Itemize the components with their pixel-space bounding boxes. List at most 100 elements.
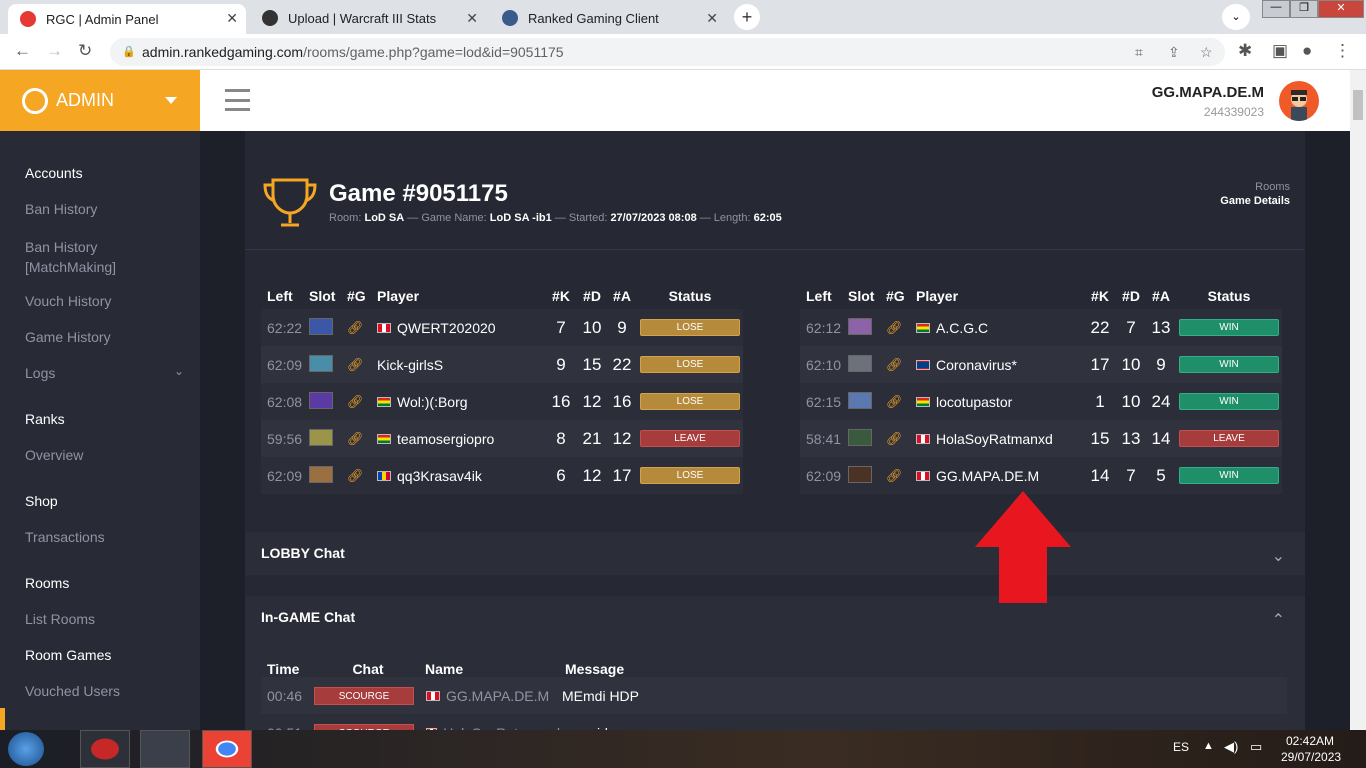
length-value: 62:05 <box>753 212 782 224</box>
translate-icon[interactable]: ⌗ <box>1135 38 1143 66</box>
ingame-chat-title[interactable]: In-GAME Chat <box>261 609 355 625</box>
chat-name[interactable]: GG.MAPA.DE.M <box>414 688 560 704</box>
tab-search-button[interactable]: ⌄ <box>1222 4 1250 30</box>
star-icon[interactable]: ☆ <box>1200 38 1213 66</box>
link-icon[interactable]: 🔗︎ <box>886 357 916 373</box>
link-icon[interactable]: 🔗︎ <box>886 394 916 410</box>
link-icon[interactable]: 🔗︎ <box>347 431 377 447</box>
new-tab-button[interactable]: + <box>734 4 760 30</box>
slot-color-swatch <box>309 428 333 446</box>
breadcrumb-rooms[interactable]: Rooms <box>1255 181 1290 193</box>
player-left-time: 59:56 <box>267 430 303 447</box>
link-icon[interactable]: 🔗︎ <box>886 320 916 336</box>
player-name: Wol:)(:Borg <box>397 393 468 410</box>
tab-admin-panel[interactable]: RGC | Admin Panel ✕ <box>8 4 246 34</box>
taskbar-rgc-app-icon[interactable] <box>80 730 130 768</box>
profile-icon[interactable]: ● <box>1302 41 1312 61</box>
player-cell[interactable]: GG.MAPA.DE.M <box>916 468 1084 484</box>
chevron-up-icon[interactable]: ⌃ <box>1272 610 1285 630</box>
link-icon[interactable]: 🔗︎ <box>347 320 377 336</box>
network-icon[interactable]: ▭ <box>1250 739 1262 755</box>
player-cell[interactable]: Wol:)(:Borg <box>377 394 545 410</box>
player-cell[interactable]: teamosergiopro <box>377 431 545 447</box>
link-icon[interactable]: 🔗︎ <box>347 394 377 410</box>
close-window-button[interactable]: ✕ <box>1318 0 1364 18</box>
table-row: 62:22 🔗︎ QWERT202020 7 10 9 LOSE <box>261 309 743 346</box>
user-name[interactable]: GG.MAPA.DE.M <box>1152 84 1264 101</box>
client-favicon-icon <box>502 10 518 26</box>
sidebar-item-vouch-history[interactable]: Vouch History <box>25 293 111 309</box>
url-field[interactable]: 🔒 admin.rankedgaming.com/rooms/game.php?… <box>110 38 1225 66</box>
close-tab-icon[interactable]: ✕ <box>466 10 478 27</box>
col-slot: Slot <box>848 288 875 304</box>
warcraft-favicon-icon <box>262 10 278 26</box>
chevron-down-icon[interactable] <box>165 97 177 104</box>
avatar[interactable] <box>1279 81 1319 121</box>
started-value: 27/07/2023 08:08 <box>610 212 697 224</box>
tab-upload-stats[interactable]: Upload | Warcraft III Stats ✕ <box>250 4 486 32</box>
menu-dots-icon[interactable]: ⋮ <box>1334 41 1351 61</box>
page-scrollbar[interactable] <box>1350 70 1366 730</box>
sidebar-item-overview[interactable]: Overview <box>25 447 83 463</box>
player-cell[interactable]: locotupastor <box>916 394 1084 410</box>
status-badge: WIN <box>1179 356 1279 373</box>
sidebar-item-transactions[interactable]: Transactions <box>25 529 105 545</box>
sidebar-item-logs[interactable]: Logs <box>25 365 55 381</box>
scrollbar-thumb[interactable] <box>1353 90 1363 120</box>
back-icon[interactable]: ← <box>14 41 31 61</box>
lobby-chat-panel[interactable]: LOBBY Chat ⌄ <box>245 532 1305 575</box>
link-icon[interactable]: 🔗︎ <box>347 357 377 373</box>
player-kills: 8 <box>556 428 566 448</box>
lock-icon: 🔒 <box>122 46 136 58</box>
ingame-chat-panel: In-GAME Chat ⌃ Time Chat Name Message 00… <box>245 596 1305 751</box>
col-d: #D <box>583 288 601 304</box>
slot-color-swatch <box>848 465 872 483</box>
player-kills: 6 <box>556 465 566 485</box>
maximize-button[interactable]: ❐ <box>1290 0 1318 18</box>
sidebar-item-ban-history[interactable]: Ban History <box>25 201 97 217</box>
sidebar-item-game-history[interactable]: Game History <box>25 329 111 345</box>
minimize-button[interactable]: — <box>1262 0 1290 18</box>
player-deaths: 10 <box>1121 391 1141 411</box>
brand-header[interactable]: ADMIN <box>0 70 200 131</box>
sidebar-item-vouched-users[interactable]: Vouched Users <box>25 683 120 699</box>
reload-icon[interactable]: ↻ <box>78 41 92 61</box>
player-cell[interactable]: Coronavirus* <box>916 357 1084 373</box>
clock-date[interactable]: 29/07/2023 <box>1281 750 1341 764</box>
player-kills: 14 <box>1090 465 1110 485</box>
side-panel-icon[interactable]: ▣ <box>1272 41 1288 61</box>
sidebar-item-list-rooms[interactable]: List Rooms <box>25 611 95 627</box>
player-cell[interactable]: QWERT202020 <box>377 320 545 336</box>
windows-start-icon[interactable] <box>8 732 44 766</box>
taskbar-chrome-icon[interactable] <box>202 730 252 768</box>
clock-time[interactable]: 02:42AM <box>1286 734 1334 748</box>
sidebar-item-room-games[interactable]: Room Games <box>25 647 111 663</box>
country-flag-icon <box>377 396 391 407</box>
tab-ranked-client[interactable]: Ranked Gaming Client ✕ <box>490 4 726 32</box>
language-indicator[interactable]: ES <box>1173 740 1189 754</box>
hamburger-menu-icon[interactable] <box>225 89 250 111</box>
tray-arrow-icon[interactable]: ▲ <box>1203 740 1214 752</box>
tab-title: Upload | Warcraft III Stats <box>288 10 437 26</box>
taskbar-warcraft-icon[interactable] <box>140 730 190 768</box>
extensions-icon[interactable]: ✱ <box>1238 41 1252 61</box>
forward-icon[interactable]: → <box>46 41 63 61</box>
close-tab-icon[interactable]: ✕ <box>706 10 718 27</box>
link-icon[interactable]: 🔗︎ <box>347 468 377 484</box>
player-cell[interactable]: A.C.G.C <box>916 320 1084 336</box>
sidebar-item-ban-history-matchmaking[interactable]: Ban History [MatchMaking] <box>25 237 145 277</box>
country-flag-icon <box>377 433 391 444</box>
player-cell[interactable]: HolaSoyRatmanxd <box>916 431 1084 447</box>
status-cell: LOSE <box>637 393 743 410</box>
player-cell[interactable]: Kick-girlsS <box>377 357 545 373</box>
volume-icon[interactable]: ◀) <box>1224 739 1238 755</box>
player-left-time: 62:15 <box>806 393 842 410</box>
share-icon[interactable]: ⇪ <box>1168 38 1180 66</box>
link-icon[interactable]: 🔗︎ <box>886 431 916 447</box>
close-tab-icon[interactable]: ✕ <box>226 10 238 27</box>
chevron-down-icon[interactable]: ⌄ <box>1272 546 1285 566</box>
player-cell[interactable]: qq3Krasav4ik <box>377 468 545 484</box>
taskbar: ES ▲ ◀) ▭ 02:42AM 29/07/2023 <box>0 730 1366 768</box>
chevron-down-icon[interactable]: ⌄ <box>174 364 184 378</box>
link-icon[interactable]: 🔗︎ <box>886 468 916 484</box>
